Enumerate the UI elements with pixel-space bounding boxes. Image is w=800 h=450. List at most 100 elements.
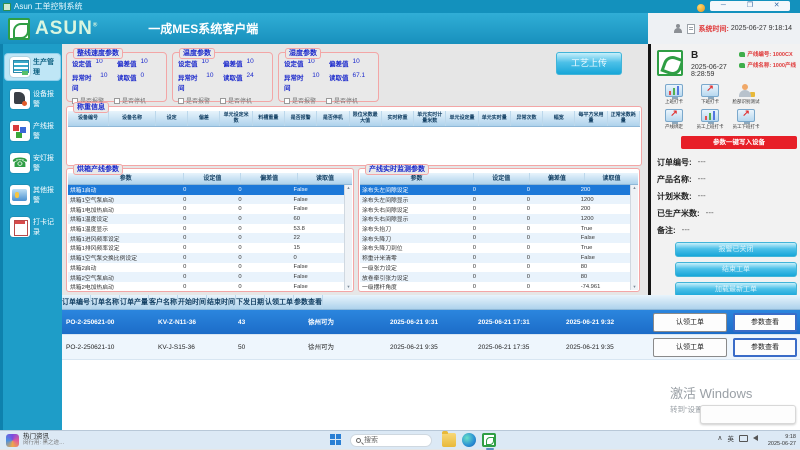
scrollbar[interactable]: ▲▼ [630, 185, 638, 290]
param-cell: 烘箱1进风频率设定 [68, 234, 181, 243]
sidebar-item-andon-alarm[interactable]: ☎ 安灯报警 [5, 150, 60, 176]
read-label: 读取值 [117, 72, 137, 92]
file-explorer-icon[interactable] [442, 433, 456, 447]
order-issue-date: 2025-06-21 9:35 [562, 335, 650, 359]
taskbar-clock[interactable]: 9:18 2025-06-27 [768, 434, 796, 447]
param-row[interactable]: 烘箱2启动 0 0 False [68, 263, 344, 273]
button-label: 报警已关闭 [719, 246, 754, 253]
param-row[interactable]: 涂布头抬刀 0 0 True [360, 224, 630, 234]
param-row[interactable]: 烘箱2空气泵启动 0 0 False [68, 272, 344, 282]
taskbar-search[interactable]: 搜索 [350, 434, 432, 447]
weigh-column-label: 异常次数 [517, 116, 537, 122]
scroll-down-icon[interactable]: ▼ [631, 284, 638, 290]
param-cell: 0 [236, 264, 291, 270]
claim-order-button[interactable]: 认领工单 [653, 338, 727, 357]
face-recognition-test-button[interactable]: 脸部识别测试 [729, 84, 763, 105]
log-icon[interactable] [687, 24, 695, 34]
employee-clock-out-button[interactable]: 员工下班打卡 [729, 109, 763, 130]
action-button[interactable]: 结束工单 [675, 262, 797, 277]
sidebar-item-equipment-alarm[interactable]: 设备报警 [5, 86, 60, 112]
employee-clock-in-button[interactable]: 员工上班打卡 [693, 109, 727, 130]
param-cell: 涂布头抬刀 [360, 224, 471, 233]
param-row[interactable]: 涂布头降刀 0 0 False [360, 233, 630, 243]
param-row[interactable]: 涂布头右间隙设定 0 0 200 [360, 204, 630, 214]
param-row[interactable]: 涂布头右间隙显示 0 0 1200 [360, 214, 630, 224]
ime-language-indicator[interactable]: 英 [728, 433, 735, 443]
weigh-info-panel: 称重信息 设备编号设备名称设定偏差单元设定米数料槽重量是否报警是否停机限位米数最… [66, 106, 642, 166]
stop-checkbox[interactable] [326, 98, 332, 104]
widgets-icon [6, 434, 19, 447]
param-cell: 80 [579, 264, 630, 270]
action-button[interactable]: 报警已关闭 [675, 242, 797, 257]
set-value: 10 [96, 58, 114, 68]
alarm-checkbox[interactable] [284, 98, 290, 104]
param-row[interactable]: 烘箱1进风频率设定 0 0 22 [68, 233, 344, 243]
orders-column-label: 结束时间 [207, 295, 236, 309]
asun-app-taskbar-icon[interactable] [482, 433, 496, 447]
notification-dot-icon [697, 4, 705, 12]
param-row[interactable]: 烘箱1温度设定 0 0 60 [68, 214, 344, 224]
param-row[interactable]: 一级张力设定 0 0 80 [360, 263, 630, 273]
clock-date: 2025-06-27 [768, 441, 796, 448]
stop-checkbox[interactable] [114, 98, 120, 104]
param-cell: 称重计米清零 [360, 253, 471, 262]
param-row[interactable]: 一级摆杆角度 0 0 -74.961 [360, 282, 630, 290]
param-cell: 0 [525, 206, 579, 212]
order-row[interactable]: PO-2-250621-10 KV-J-S15-36 50 徐州可为 2025-… [62, 335, 800, 360]
sidebar-item-production[interactable]: 生产管理 [5, 54, 60, 80]
start-button[interactable] [330, 434, 342, 446]
order-row[interactable]: PO-2-250621-00 KV-Z-N11-36 43 徐州可为 2025-… [62, 310, 800, 335]
speaker-icon[interactable] [753, 435, 758, 441]
param-row[interactable]: 烘箱1空气泵启动 0 0 False [68, 195, 344, 205]
param-row[interactable]: 称重计米清零 0 0 False [360, 253, 630, 263]
close-button[interactable]: ✕ [763, 1, 790, 11]
param-group: 整线速度参数 设定值10 偏差值10 异常时间10 读取值0 是否报警 是否停机 [66, 52, 167, 102]
scroll-up-icon[interactable]: ▲ [631, 185, 638, 191]
param-row[interactable]: 烘箱1启动 0 0 False [68, 185, 344, 195]
column-label: 读取值 [585, 173, 638, 184]
clock-in-button[interactable]: 上班打卡 [657, 84, 691, 105]
process-upload-button[interactable]: 工艺上传 [556, 52, 622, 75]
weigh-column-label: 单元设定量 [449, 116, 474, 122]
param-row[interactable]: 涂布头左间隙显示 0 0 1200 [360, 195, 630, 205]
param-row[interactable]: 放卷牵引张力设定 0 0 80 [360, 272, 630, 282]
equipment-alarm-icon [10, 89, 30, 109]
param-row[interactable]: 烘箱1电加热启动 0 0 False [68, 204, 344, 214]
param-row[interactable]: 涂布头降刀到位 0 0 True [360, 243, 630, 253]
display-icon[interactable] [739, 435, 748, 442]
param-row[interactable]: 烘箱1温度显示 0 0 53.8 [68, 224, 344, 234]
edge-browser-icon[interactable] [462, 433, 476, 447]
sidebar-item-clock-record[interactable]: 打卡记录 [5, 214, 60, 240]
param-row[interactable]: 烘箱1空气泵交换比例设定 0 0 0 [68, 253, 344, 263]
scroll-up-icon[interactable]: ▲ [345, 185, 352, 191]
view-params-button[interactable]: 参数查看 [733, 313, 797, 332]
clock-out-button[interactable]: 下班打卡 [693, 84, 727, 105]
param-row[interactable]: 烘箱2电加热启动 0 0 False [68, 282, 344, 290]
order-customer: 徐州可为 [304, 335, 386, 359]
sidebar-item-other-alarm[interactable]: 其他报警 [5, 182, 60, 208]
param-cell: 0 [471, 216, 525, 222]
claim-order-button[interactable]: 认领工单 [653, 313, 727, 332]
order-end-time: 2025-06-21 17:31 [474, 310, 562, 334]
order-qty: 50 [234, 335, 304, 359]
system-time-value: 2025-06-27 9:18:14 [731, 25, 792, 32]
abnormal-time-value: 10 [100, 72, 117, 92]
view-params-button[interactable]: 参数查看 [733, 338, 797, 357]
tray-expand-icon[interactable]: ∧ [717, 434, 722, 442]
minimize-button[interactable]: ─ [710, 1, 737, 11]
maximize-button[interactable]: ❐ [737, 1, 764, 11]
widgets-button[interactable]: 热门资讯 闵行用: 黑之迹… [6, 433, 65, 447]
sidebar-item-line-alarm[interactable]: 产线报警 [5, 118, 60, 144]
param-row[interactable]: 烘箱1排风频率设定 0 0 15 [68, 243, 344, 253]
param-cell: 0 [525, 216, 579, 222]
line-bind-button[interactable]: 产线绑定 [657, 109, 691, 130]
stop-checkbox[interactable] [220, 98, 226, 104]
right-panel: B 2025-06-27 8:28:59 产线编号: 1000CX 产线名称: … [648, 44, 800, 295]
alarm-checkbox[interactable] [178, 98, 184, 104]
param-cell: 0 [236, 216, 291, 222]
param-row[interactable]: 涂布头左间隙设定 0 0 200 [360, 185, 630, 195]
scroll-down-icon[interactable]: ▼ [345, 284, 352, 290]
scrollbar[interactable]: ▲▼ [344, 185, 352, 290]
write-params-button[interactable]: 参数一键写入设备 [681, 136, 797, 149]
user-icon[interactable] [673, 24, 683, 34]
